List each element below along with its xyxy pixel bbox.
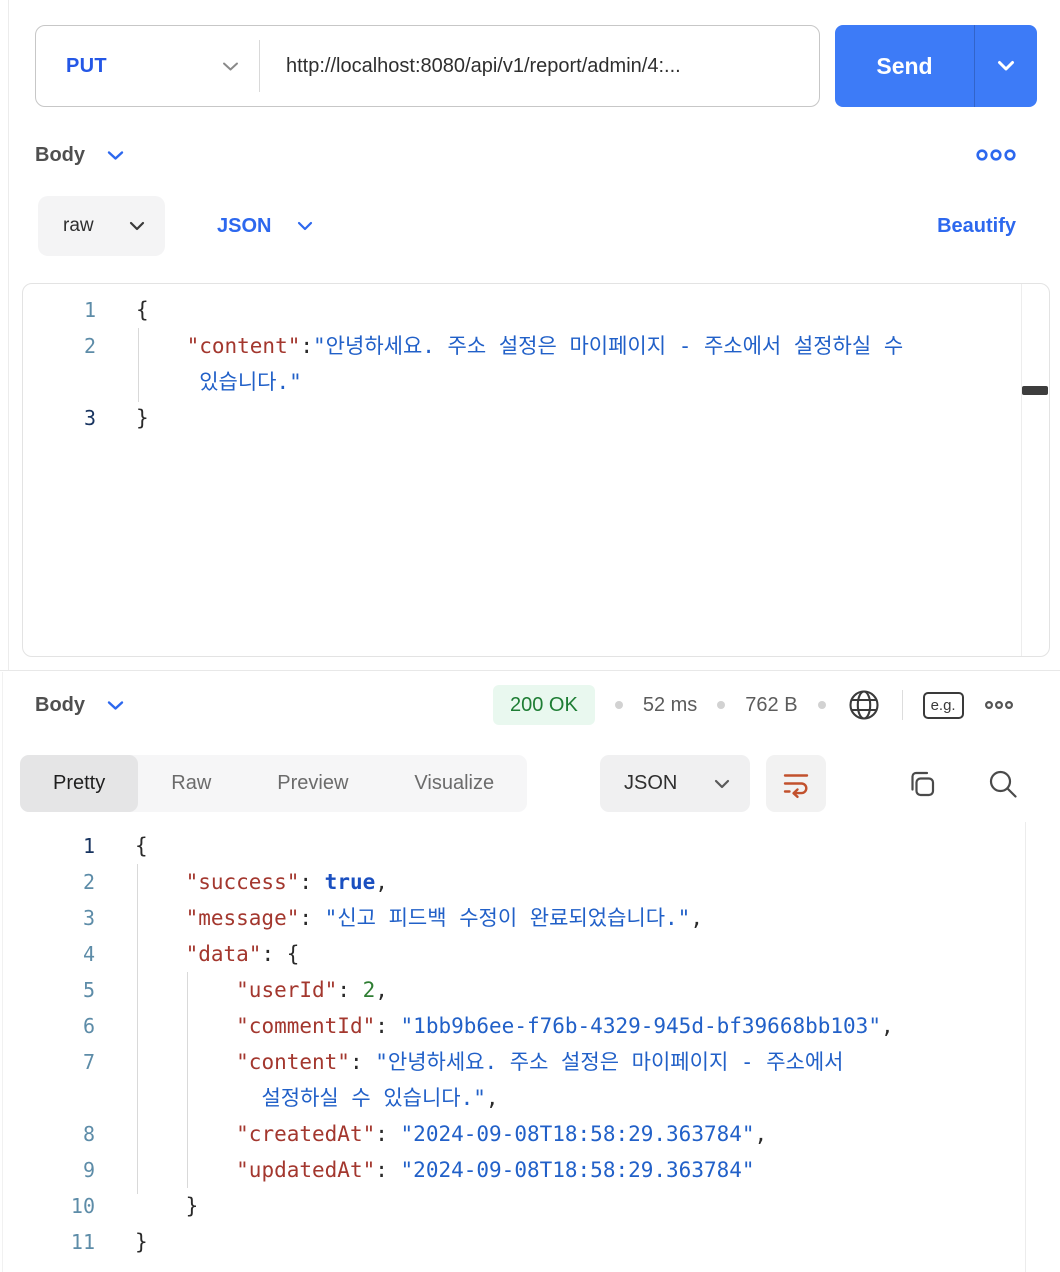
code-line: 2 "content":"안녕하세요. 주소 설정은 마이페이지 - 주소에서 … <box>23 328 1049 364</box>
code-line: 11} <box>0 1224 1060 1260</box>
response-format-label: JSON <box>624 772 678 794</box>
code-line: 4 "data": { <box>0 936 1060 972</box>
response-meta: 200 OK 52 ms 762 B e.g. <box>493 684 1014 726</box>
request-body-header: Body <box>35 138 1017 172</box>
body-mode-select[interactable]: raw <box>38 196 165 256</box>
scrollbar-track[interactable] <box>1025 822 1026 1272</box>
panel-divider[interactable] <box>0 670 1060 671</box>
search-response-button[interactable] <box>985 766 1021 802</box>
method-label: PUT <box>66 54 107 77</box>
body-language-label: JSON <box>217 214 272 237</box>
body-language-select[interactable]: JSON <box>217 215 313 238</box>
meta-separator-dot <box>614 701 623 709</box>
line-number: 3 <box>83 406 96 430</box>
request-bar: PUT http://localhost:8080/api/v1/report/… <box>35 25 1037 107</box>
network-globe-icon[interactable] <box>846 687 882 723</box>
tab-visualize[interactable]: Visualize <box>381 755 527 812</box>
response-toolbar: Pretty Raw Preview Visualize JSON <box>0 755 1060 812</box>
response-body-label: Body <box>35 693 85 716</box>
tab-pretty[interactable]: Pretty <box>20 755 139 812</box>
send-options-button[interactable] <box>975 25 1037 107</box>
line-number: 3 <box>82 906 95 930</box>
code-line: 6 "commentId": "1bb9b6ee-f76b-4329-945d-… <box>0 1008 1060 1044</box>
copy-response-button[interactable] <box>904 766 940 802</box>
code-line: 2 "success": true, <box>0 864 1060 900</box>
line-number: 9 <box>82 1158 95 1182</box>
indent-guide <box>187 972 188 1188</box>
code-line: 1{ <box>0 828 1060 864</box>
line-number: 11 <box>70 1230 95 1254</box>
line-number: 4 <box>82 942 95 966</box>
indent-guide <box>137 864 138 1194</box>
scrollbar-track <box>1021 284 1022 656</box>
send-label: Send <box>876 52 933 79</box>
word-wrap-icon <box>783 773 809 798</box>
line-number: 7 <box>82 1050 95 1074</box>
chevron-down-icon <box>298 221 313 231</box>
response-format-select[interactable]: JSON <box>600 755 750 812</box>
response-time: 52 ms <box>642 693 698 716</box>
response-view-tabs: Pretty Raw Preview Visualize <box>20 755 528 812</box>
line-number: 2 <box>82 870 95 894</box>
more-options-icon[interactable] <box>975 148 1017 162</box>
chevron-down-icon <box>714 779 730 788</box>
tab-preview[interactable]: Preview <box>244 755 381 812</box>
line-number: 8 <box>82 1122 95 1146</box>
body-mode-label: raw <box>63 215 94 236</box>
example-badge[interactable]: e.g. <box>922 691 964 719</box>
code-line: 3} <box>23 400 1049 436</box>
chevron-down-icon <box>129 221 145 231</box>
rest-client-app: { "request": { "method": "PUT", "url": "… <box>0 0 1060 1272</box>
response-size: 762 B <box>745 693 798 716</box>
line-number <box>0 1080 95 1116</box>
tab-raw[interactable]: Raw <box>138 755 244 812</box>
meta-separator-dot <box>717 701 726 709</box>
code-line: 10 } <box>0 1188 1060 1224</box>
url-input[interactable]: http://localhost:8080/api/v1/report/admi… <box>260 55 819 78</box>
line-number: 1 <box>82 834 95 858</box>
search-icon <box>989 770 1017 798</box>
line-number: 5 <box>82 978 95 1002</box>
line-number: 10 <box>70 1194 95 1218</box>
body-mode-row: raw JSON Beautify <box>38 196 1016 256</box>
code-line: 8 "createdAt": "2024-09-08T18:58:29.3637… <box>0 1116 1060 1152</box>
line-number: 6 <box>82 1014 95 1038</box>
scrollbar-thumb[interactable] <box>1022 386 1048 395</box>
code-line: 5 "userId": 2, <box>0 972 1060 1008</box>
code-line: 있습니다." <box>23 364 1049 400</box>
meta-separator-dot <box>817 701 826 709</box>
more-options-icon[interactable] <box>984 700 1014 710</box>
code-line: 설정하실 수 있습니다.", <box>0 1080 1060 1116</box>
copy-icon <box>911 771 935 797</box>
request-body-label: Body <box>35 143 85 166</box>
word-wrap-button[interactable] <box>766 755 826 812</box>
send-button[interactable]: Send <box>835 25 1037 107</box>
code-line: 7 "content": "안녕하세요. 주소 설정은 마이페이지 - 주소에서 <box>0 1044 1060 1080</box>
chevron-down-icon[interactable] <box>107 150 124 161</box>
code-line: 9 "updatedAt": "2024-09-08T18:58:29.3637… <box>0 1152 1060 1188</box>
chevron-down-icon <box>223 62 238 70</box>
line-number: 1 <box>83 298 96 322</box>
panel-left-border <box>8 0 9 670</box>
status-badge: 200 OK <box>493 685 595 725</box>
chevron-down-icon[interactable] <box>107 700 124 711</box>
indent-guide <box>138 328 139 402</box>
request-body-editor[interactable]: 1{2 "content":"안녕하세요. 주소 설정은 마이페이지 - 주소에… <box>22 283 1050 657</box>
chevron-down-icon <box>998 61 1014 71</box>
code-line: 3 "message": "신고 피드백 수정이 완료되었습니다.", <box>0 900 1060 936</box>
line-number <box>23 364 96 400</box>
method-select[interactable]: PUT <box>36 26 259 106</box>
response-header: Body 200 OK 52 ms 762 B e.g. <box>35 684 1060 726</box>
beautify-button[interactable]: Beautify <box>937 215 1016 238</box>
code-line: 1{ <box>23 292 1049 328</box>
line-number: 2 <box>83 334 96 358</box>
meta-divider <box>901 690 903 720</box>
url-box: PUT http://localhost:8080/api/v1/report/… <box>35 25 820 107</box>
response-body-viewer: 1{2 "success": true, 3 "message": "신고 피드백… <box>0 822 1060 1272</box>
